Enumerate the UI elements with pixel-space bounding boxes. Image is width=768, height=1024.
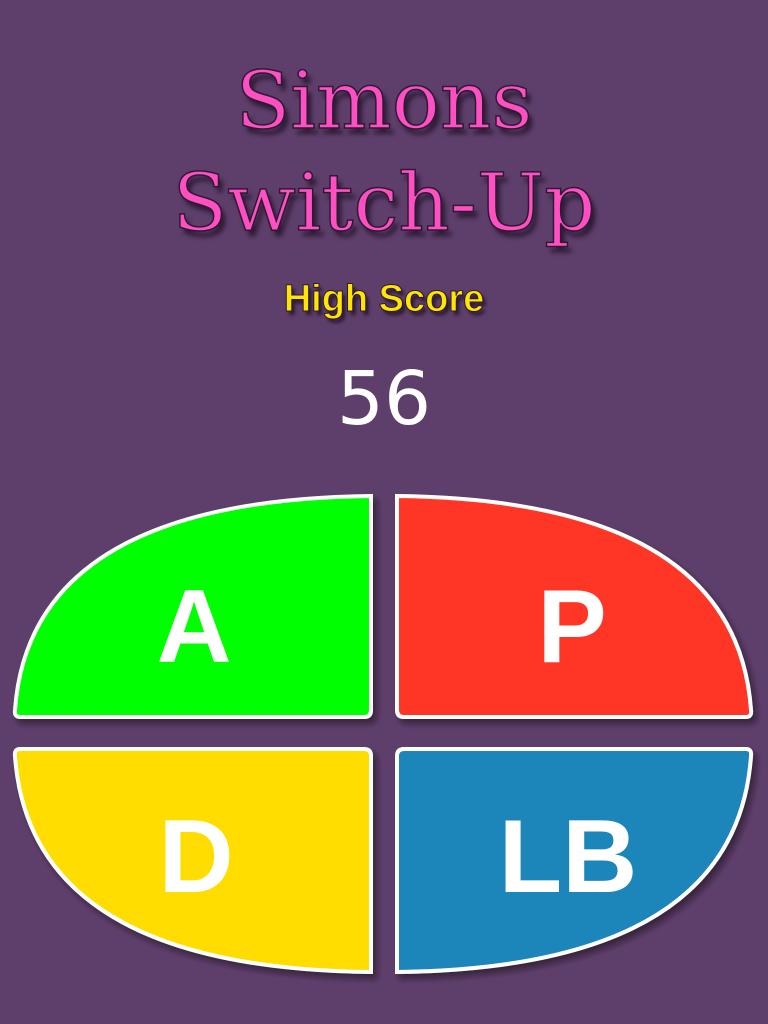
- pad-lb-label: LB: [499, 799, 638, 915]
- pad-d-button[interactable]: D: [12, 747, 373, 975]
- pad-a-button[interactable]: A: [12, 493, 373, 719]
- pad-d-label: D: [158, 799, 233, 915]
- pad-p-button[interactable]: P: [395, 493, 754, 719]
- simon-pad-board: A P D LB: [12, 493, 754, 975]
- pad-lb-button[interactable]: LB: [395, 747, 754, 975]
- pad-a-label: A: [156, 569, 231, 685]
- pad-p-label: P: [537, 569, 606, 685]
